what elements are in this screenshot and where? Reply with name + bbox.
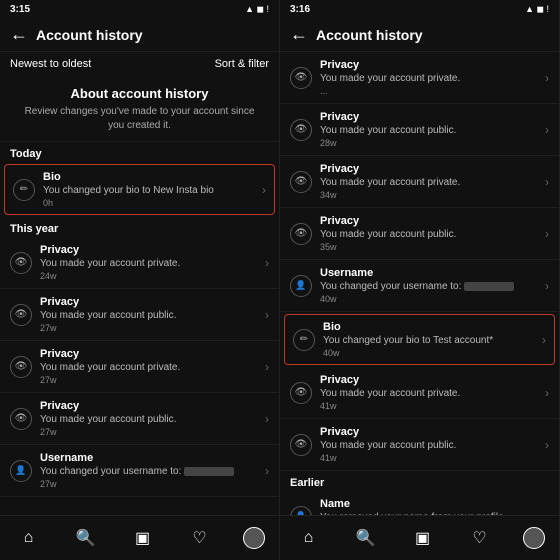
chevron-icon: › [545,438,549,452]
chevron-icon: › [265,464,269,478]
status-icons-right: ▲ ◼ ! [525,4,549,15]
back-button-left[interactable]: ← [10,24,28,45]
chevron-icon: › [542,333,546,347]
status-icons-left: ▲ ◼ ! [245,4,269,15]
history-list-left: Today ✏ Bio You changed your bio to New … [0,142,279,515]
nav-home-right[interactable]: ⌂ [295,524,323,552]
bio-time-right: 40w [323,348,534,358]
eye-off-icon: 👁 [10,356,32,378]
page-title-left: Account history [36,27,269,43]
nav-profile-right[interactable] [523,527,545,549]
history-item-privacy-r1[interactable]: 👁 Privacy You made your account private.… [280,52,559,104]
bio-title-right: Bio [323,321,534,333]
status-bar-right: 3:16 ▲ ◼ ! [280,0,559,18]
chevron-icon: › [545,71,549,85]
bottom-nav-right: ⌂ 🔍 ▣ ♡ [280,515,559,560]
redacted [464,282,514,291]
nav-profile-left[interactable] [243,527,265,549]
about-section: About account history Review changes you… [0,76,279,142]
history-item-privacy-3[interactable]: 👁 Privacy You made your account private.… [0,341,279,393]
newest-bar: Newest to oldest Sort & filter [0,52,279,76]
chevron-icon: › [265,360,269,374]
person-icon: 👤 [290,275,312,297]
bio-time-today: 0h [43,198,254,208]
eye-off-icon: 👁 [10,252,32,274]
bio-content-right: Bio You changed your bio to Test account… [323,321,534,358]
chevron-icon: › [545,386,549,400]
chevron-icon: › [265,412,269,426]
nav-heart-left[interactable]: ♡ [186,524,214,552]
bio-desc-right: You changed your bio to Test account* [323,334,534,347]
history-item-privacy-r2[interactable]: 👁 Privacy You made your account public. … [280,104,559,156]
nav-reels-left[interactable]: ▣ [129,524,157,552]
history-item-username-1[interactable]: 👤 Username You changed your username to:… [0,445,279,497]
history-item-username-r1[interactable]: 👤 Username You changed your username to:… [280,260,559,312]
history-item-privacy-1[interactable]: 👁 Privacy You made your account private.… [0,237,279,289]
chevron-icon: › [265,256,269,270]
chevron-icon: › [545,175,549,189]
eye-off-icon: 👁 [290,434,312,456]
bio-title-today: Bio [43,171,254,183]
bio-icon-right: ✏ [293,329,315,351]
header-left: ← Account history [0,18,279,52]
pencil-icon: ✏ [293,329,315,351]
history-item-bio-today[interactable]: ✏ Bio You changed your bio to New Insta … [4,164,275,215]
back-button-right[interactable]: ← [290,24,308,45]
person-circle-icon: 👤 [290,506,312,516]
history-item-bio-right[interactable]: ✏ Bio You changed your bio to Test accou… [285,315,554,364]
nav-reels-right[interactable]: ▣ [409,524,437,552]
page-title-right: Account history [316,27,549,43]
section-today: Today [0,142,279,162]
redacted [184,467,234,476]
bio-content-today: Bio You changed your bio to New Insta bi… [43,171,254,208]
chevron-icon: › [545,510,549,516]
about-title: About account history [20,86,259,101]
history-item-privacy-r3[interactable]: 👁 Privacy You made your account private.… [280,156,559,208]
eye-off-icon: 👁 [290,382,312,404]
person-icon: 👤 [10,460,32,482]
nav-home-left[interactable]: ⌂ [15,524,43,552]
bottom-nav-left: ⌂ 🔍 ▣ ♡ [0,515,279,560]
chevron-icon: › [545,279,549,293]
chevron-icon: › [265,308,269,322]
eye-off-icon: 👁 [10,408,32,430]
nav-search-right[interactable]: 🔍 [352,524,380,552]
history-item-privacy-4[interactable]: 👁 Privacy You made your account public. … [0,393,279,445]
eye-off-icon: 👁 [290,67,312,89]
about-subtitle: Review changes you've made to your accou… [20,105,259,133]
eye-off-icon: 👁 [290,119,312,141]
chevron-icon: › [545,123,549,137]
eye-off-icon: 👁 [290,223,312,245]
right-panel: 3:16 ▲ ◼ ! ← Account history 👁 Privacy Y… [280,0,560,560]
section-earlier: Earlier [280,471,559,491]
privacy-icon-1: 👁 [10,252,32,274]
pencil-icon: ✏ [13,179,35,201]
sort-filter-button[interactable]: Sort & filter [215,58,269,70]
history-item-bio-right-wrapper: ✏ Bio You changed your bio to Test accou… [284,314,555,365]
history-item-privacy-r6[interactable]: 👁 Privacy You made your account public. … [280,419,559,471]
history-list-right: 👁 Privacy You made your account private.… [280,52,559,515]
status-bar-left: 3:15 ▲ ◼ ! [0,0,279,18]
bio-desc-today: You changed your bio to New Insta bio [43,184,254,197]
header-right: ← Account history [280,18,559,52]
bio-icon-today: ✏ [13,179,35,201]
newest-label: Newest to oldest [10,58,91,70]
time-left: 3:15 [10,4,30,15]
nav-heart-right[interactable]: ♡ [466,524,494,552]
history-item-privacy-2[interactable]: 👁 Privacy You made your account public. … [0,289,279,341]
history-item-privacy-r4[interactable]: 👁 Privacy You made your account public. … [280,208,559,260]
chevron-icon: › [545,227,549,241]
nav-search-left[interactable]: 🔍 [72,524,100,552]
eye-off-icon: 👁 [290,171,312,193]
history-item-name-r1[interactable]: 👤 Name You removed your name from your p… [280,491,559,515]
time-right: 3:16 [290,4,310,15]
eye-off-icon: 👁 [10,304,32,326]
left-panel: 3:15 ▲ ◼ ! ← Account history Newest to o… [0,0,280,560]
section-thisyear: This year [0,217,279,237]
chevron-icon: › [262,183,266,197]
history-item-privacy-r5[interactable]: 👁 Privacy You made your account private.… [280,367,559,419]
